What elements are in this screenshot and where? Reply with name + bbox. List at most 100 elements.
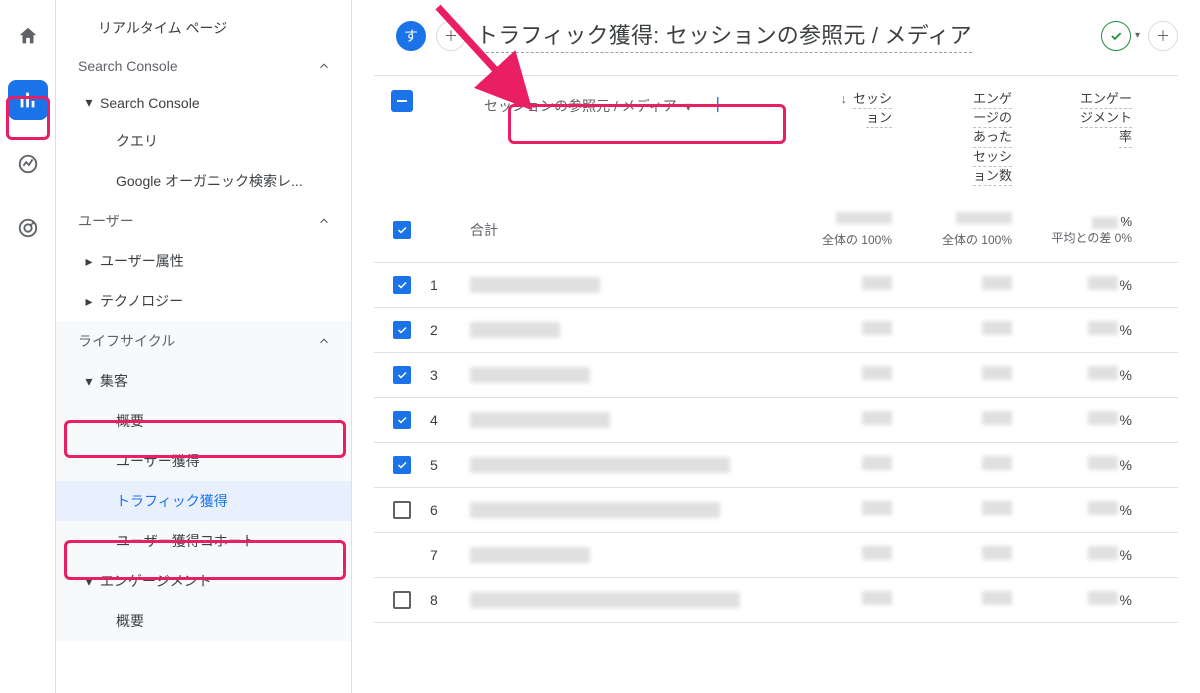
metric-header-engaged-sessions[interactable]: エンゲ ージの あった セッシ ョン数	[900, 90, 1020, 186]
metric-header-engagement-rate[interactable]: エンゲー ジメント 率	[1020, 90, 1140, 148]
table-row: 6%	[374, 488, 1178, 533]
sidebar-item-label: ユーザー獲得コホート	[116, 531, 256, 551]
sidebar-item-label: テクノロジー	[100, 291, 183, 311]
caret-down-icon: ▾	[84, 573, 94, 590]
sidebar-item-queries[interactable]: クエリ	[56, 121, 351, 161]
add-panel-button[interactable]: ＋	[1148, 21, 1178, 51]
sidebar-section-user[interactable]: ユーザー	[56, 201, 351, 241]
sidebar-section-search-console[interactable]: Search Console	[56, 48, 351, 84]
metric-cell	[900, 411, 1020, 428]
dimension-selector[interactable]: セッションの参照元 / メディア ▾	[474, 90, 702, 122]
metric-cell	[900, 276, 1020, 293]
row-dimension-value	[470, 457, 730, 473]
table-row: 8%	[374, 578, 1178, 623]
metric-cell	[900, 546, 1020, 563]
advertising-icon[interactable]	[8, 208, 48, 248]
row-index: 8	[430, 592, 470, 608]
row-dimension-value	[470, 322, 560, 338]
row-index: 3	[430, 367, 470, 383]
row-dimension-value	[470, 592, 740, 608]
metric-cell	[900, 501, 1020, 518]
table-row: 4%	[374, 398, 1178, 443]
sidebar-group-engagement[interactable]: ▾ エンゲージメント	[56, 561, 351, 601]
metric-cell: %	[1020, 411, 1140, 428]
row-checkbox[interactable]	[393, 501, 411, 519]
reports-icon[interactable]	[8, 80, 48, 120]
row-index: 1	[430, 277, 470, 293]
metric-cell: %	[1020, 501, 1140, 518]
status-ok-button[interactable]	[1101, 21, 1131, 51]
sidebar-item-label: 概要	[116, 411, 144, 431]
sidebar-item-engagement-overview[interactable]: 概要	[56, 601, 351, 641]
table-header: セッションの参照元 / メディア ▾ ＋ ↓セッシ ョン エンゲ ージの あった…	[374, 76, 1178, 194]
home-icon[interactable]	[8, 16, 48, 56]
add-button[interactable]: ＋	[436, 21, 466, 51]
row-dimension-value	[470, 502, 720, 518]
plus-icon: ＋	[444, 26, 458, 46]
sidebar-group-search-console[interactable]: ▾ Search Console	[56, 84, 351, 121]
table-row: 5%	[374, 443, 1178, 488]
sidebar-item-traffic-acquisition[interactable]: トラフィック獲得	[56, 481, 351, 521]
sidebar-item-label: クエリ	[116, 131, 158, 151]
row-index: 7	[430, 547, 470, 563]
explore-icon[interactable]	[8, 144, 48, 184]
sidebar-item-label: エンゲージメント	[100, 571, 212, 591]
row-checkbox[interactable]	[393, 456, 411, 474]
check-icon	[1109, 29, 1123, 43]
metric-cell	[900, 366, 1020, 383]
summary-cell: %平均との差 0%	[1020, 213, 1140, 246]
row-checkbox[interactable]	[393, 366, 411, 384]
metric-cell: %	[1020, 366, 1140, 383]
deselect-all-checkbox[interactable]	[391, 90, 413, 112]
chevron-up-icon	[315, 214, 333, 228]
back-button[interactable]: す	[396, 21, 426, 51]
sidebar-item-user-attributes[interactable]: ▸ユーザー属性	[56, 241, 351, 281]
page-title: トラフィック獲得: セッションの参照元 / メディア	[476, 18, 972, 53]
row-dimension-value	[470, 367, 590, 383]
row-checkbox[interactable]	[393, 276, 411, 294]
row-dimension-value	[470, 547, 590, 563]
table-row: 1%	[374, 263, 1178, 308]
row-index: 5	[430, 457, 470, 473]
row-checkbox[interactable]	[393, 411, 411, 429]
metric-cell	[780, 501, 900, 518]
sidebar-group-acquisition[interactable]: ▾集客	[56, 361, 351, 401]
add-dimension-button[interactable]: ＋	[708, 96, 728, 116]
sidebar-item-google-organic[interactable]: Google オーガニック検索レ...	[56, 161, 351, 201]
caret-right-icon: ▸	[84, 293, 94, 310]
row-index: 2	[430, 322, 470, 338]
row-checkbox[interactable]	[393, 591, 411, 609]
sidebar-section-label: Search Console	[78, 58, 178, 74]
caret-down-icon[interactable]: ▾	[1135, 30, 1140, 41]
select-all-checkbox[interactable]	[393, 221, 411, 239]
summary-cell: 全体の 100%	[900, 212, 1020, 248]
sidebar-item-overview[interactable]: 概要	[56, 401, 351, 441]
data-table: セッションの参照元 / メディア ▾ ＋ ↓セッシ ョン エンゲ ージの あった…	[374, 75, 1178, 623]
metric-header-sessions[interactable]: ↓セッシ ョン	[780, 90, 900, 128]
sidebar-section-lifecycle[interactable]: ライフサイクル	[56, 321, 351, 361]
sidebar-item-technology[interactable]: ▸ テクノロジー	[56, 281, 351, 321]
sidebar-item-label: リアルタイム ページ	[98, 18, 227, 38]
sort-arrow-down-icon: ↓	[840, 91, 847, 106]
row-checkbox[interactable]	[393, 321, 411, 339]
metric-cell	[780, 321, 900, 338]
sidebar-item-realtime-page[interactable]: リアルタイム ページ	[56, 8, 351, 48]
row-dimension-value	[470, 412, 610, 428]
caret-down-icon: ▾	[84, 94, 94, 111]
sidebar: リアルタイム ページ Search Console ▾ Search Conso…	[56, 0, 352, 693]
row-dimension-value	[470, 277, 600, 293]
sidebar-item-user-acquisition-cohort[interactable]: ユーザー獲得コホート	[56, 521, 351, 561]
dimension-selector-label: セッションの参照元 / メディア	[484, 96, 677, 116]
metric-cell	[900, 456, 1020, 473]
metric-cell: %	[1020, 456, 1140, 473]
metric-cell	[900, 591, 1020, 608]
icon-rail	[0, 0, 56, 693]
sidebar-item-label: トラフィック獲得	[116, 491, 228, 511]
table-row: 2%	[374, 308, 1178, 353]
table-row: 3%	[374, 353, 1178, 398]
sidebar-item-label: Google オーガニック検索レ...	[116, 171, 303, 191]
sidebar-item-user-acquisition[interactable]: ユーザー獲得	[56, 441, 351, 481]
caret-down-icon: ▾	[685, 98, 692, 115]
sidebar-section-label: ユーザー	[78, 211, 134, 231]
row-index: 4	[430, 412, 470, 428]
